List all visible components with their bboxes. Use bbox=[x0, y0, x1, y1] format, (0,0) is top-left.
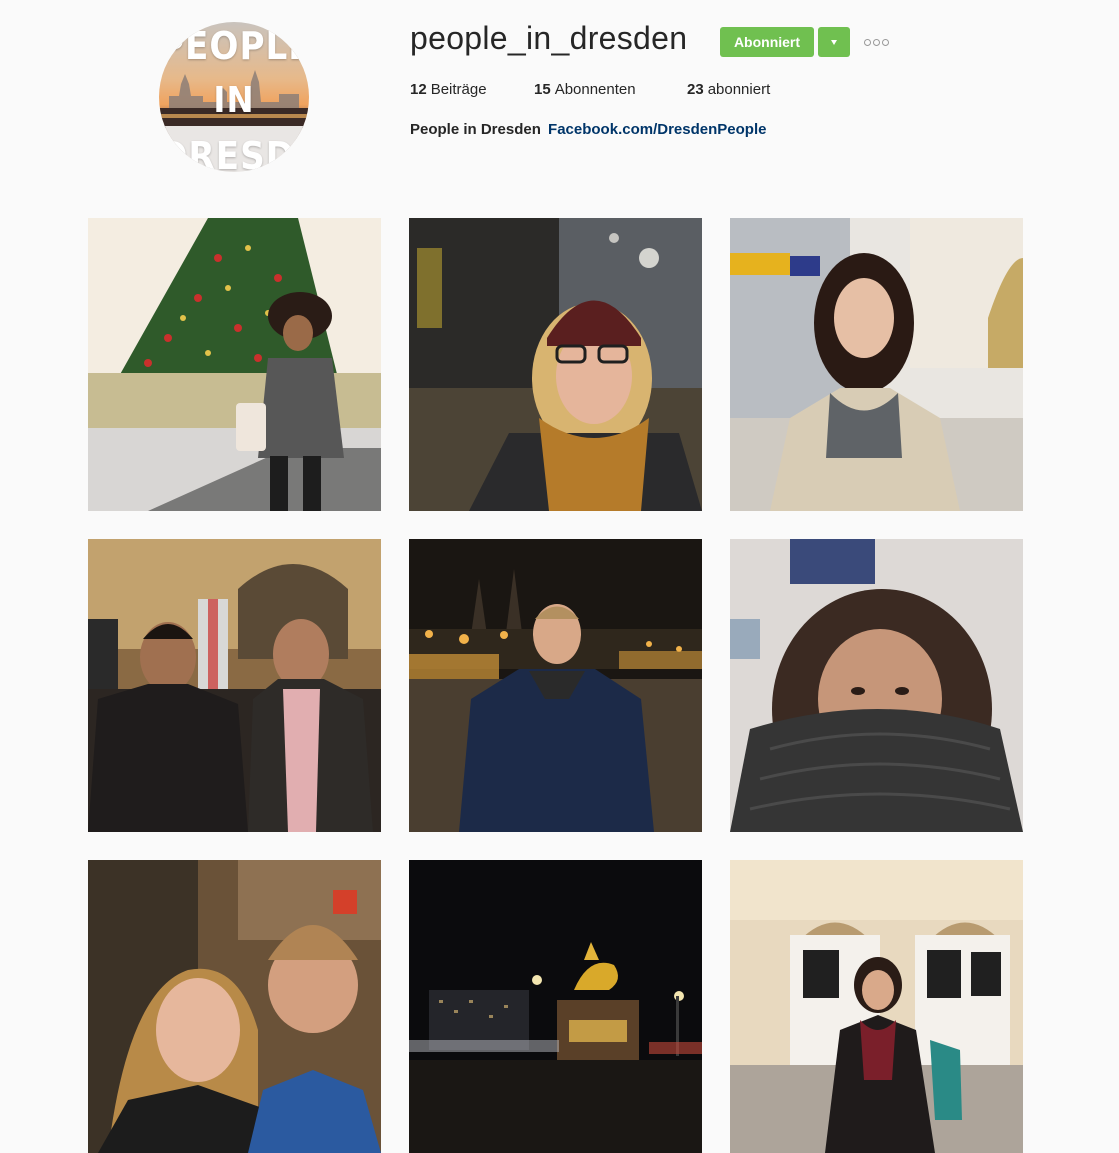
post-image bbox=[730, 539, 1023, 832]
stat-followers-label: Abonnenten bbox=[554, 81, 636, 98]
stat-following-count: 23 bbox=[687, 81, 704, 98]
post-image bbox=[730, 218, 1023, 511]
avatar-logo-text: IN bbox=[213, 80, 255, 121]
post-thumbnail[interactable] bbox=[88, 218, 381, 511]
stat-following-label: abonniert bbox=[707, 81, 771, 98]
post-thumbnail[interactable] bbox=[730, 539, 1023, 832]
post-thumbnail[interactable] bbox=[88, 860, 381, 1153]
stat-followers[interactable]: 15 Abonnenten bbox=[534, 81, 636, 98]
post-image bbox=[88, 539, 381, 832]
post-thumbnail[interactable] bbox=[730, 218, 1023, 511]
post-thumbnail[interactable] bbox=[88, 539, 381, 832]
stat-following[interactable]: 23 abonniert bbox=[687, 81, 770, 98]
follow-dropdown-button[interactable] bbox=[818, 27, 850, 57]
caret-down-icon bbox=[831, 40, 837, 45]
profile-username: people_in_dresden bbox=[410, 20, 688, 56]
stat-followers-count: 15 bbox=[534, 81, 551, 98]
avatar-logo-text: PEOPLE bbox=[159, 24, 309, 68]
avatar-logo-text: DRESDEN bbox=[159, 134, 309, 172]
post-image bbox=[409, 218, 702, 511]
post-image bbox=[409, 860, 702, 1153]
stat-posts-label: Beiträge bbox=[430, 81, 487, 98]
profile-avatar[interactable]: PEOPLE IN DRESDEN bbox=[159, 22, 309, 172]
post-thumbnail[interactable] bbox=[409, 860, 702, 1153]
post-image bbox=[88, 218, 381, 511]
stat-posts-count: 12 bbox=[410, 81, 427, 98]
post-image bbox=[409, 539, 702, 832]
post-image bbox=[88, 860, 381, 1153]
bio-full-name: People in Dresden bbox=[410, 121, 541, 138]
profile-header: PEOPLE IN DRESDEN people_in_dresden Abon… bbox=[0, 0, 1119, 200]
post-thumbnail[interactable] bbox=[409, 218, 702, 511]
post-image bbox=[730, 860, 1023, 1153]
more-options-icon[interactable] bbox=[864, 37, 892, 47]
profile-bio: People in Dresden Facebook.com/DresdenPe… bbox=[410, 121, 766, 138]
post-thumbnail[interactable] bbox=[730, 860, 1023, 1153]
follow-button[interactable]: Abonniert bbox=[720, 27, 814, 57]
bio-link[interactable]: Facebook.com/DresdenPeople bbox=[548, 121, 766, 138]
post-thumbnail[interactable] bbox=[409, 539, 702, 832]
stat-posts: 12 Beiträge bbox=[410, 81, 487, 98]
